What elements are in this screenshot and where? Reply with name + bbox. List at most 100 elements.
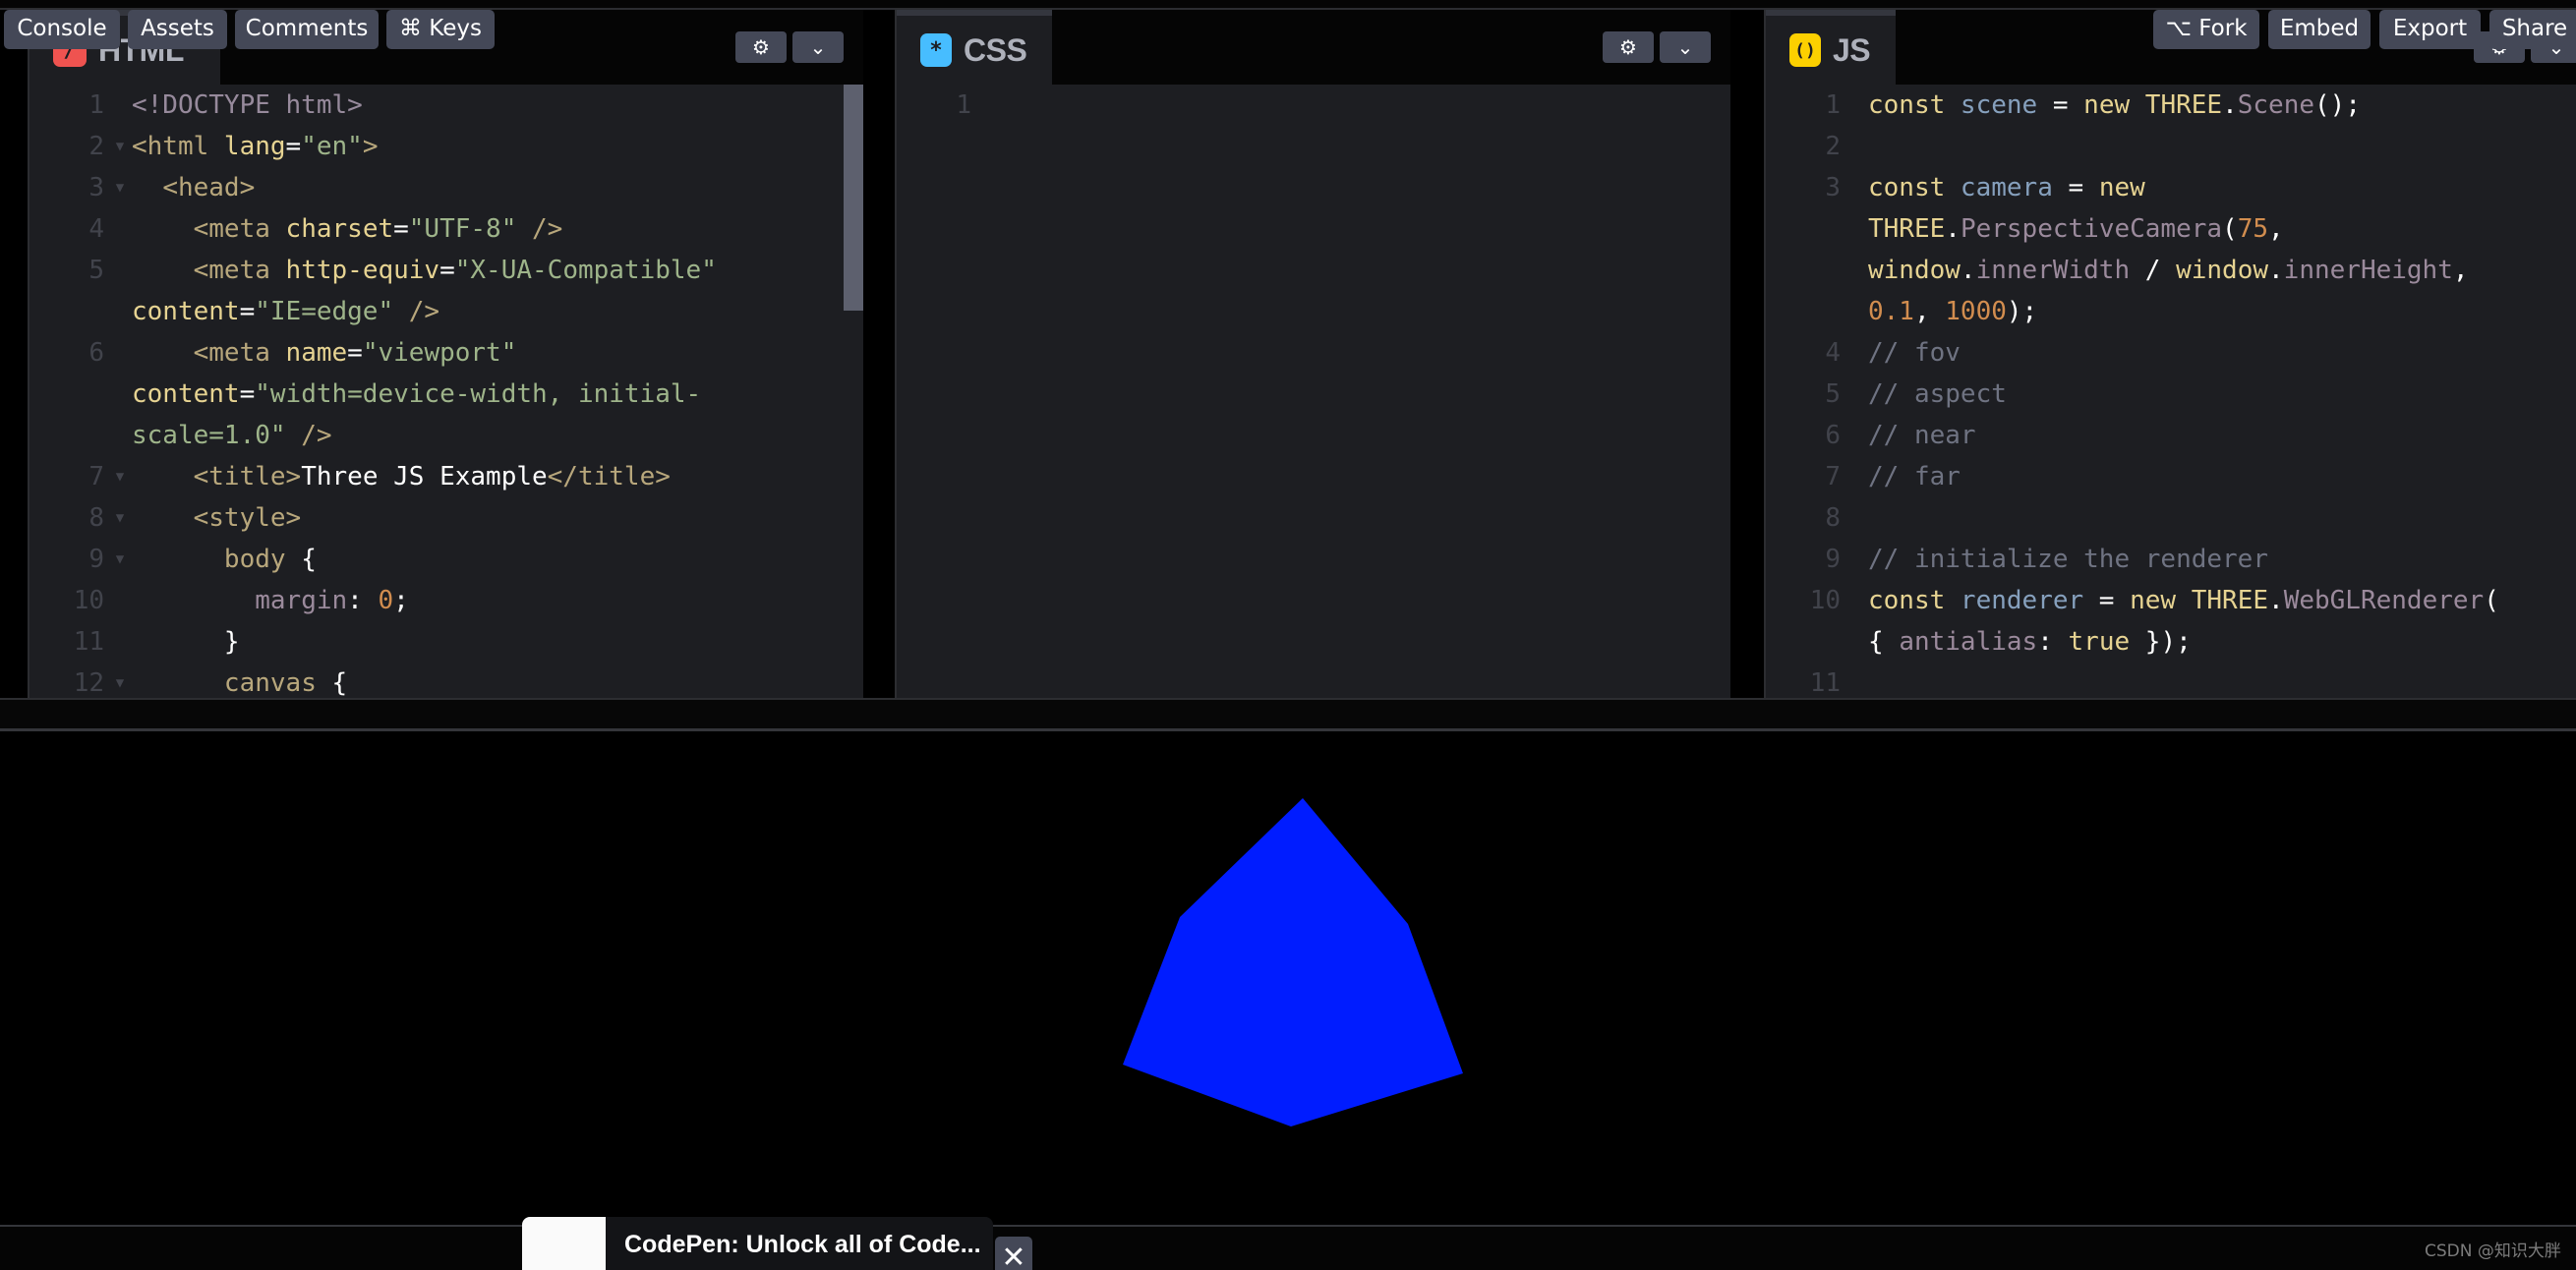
code-line[interactable]: 3 ▼ <head>: [29, 167, 863, 208]
code-token: =: [285, 132, 302, 161]
code-line[interactable]: 11 }: [29, 621, 863, 663]
code-token: http-equiv: [285, 256, 440, 285]
code-line[interactable]: 4 // fov: [1766, 332, 2576, 374]
css-settings-button[interactable]: ⚙: [1603, 31, 1654, 63]
code-text: // near: [1868, 415, 2576, 456]
code-token: .: [2222, 90, 2238, 120]
code-line[interactable]: 2: [1766, 126, 2576, 167]
fold-arrow-icon[interactable]: ▼: [108, 497, 132, 539]
code-text: // fov: [1868, 332, 2576, 374]
keys-button[interactable]: ⌘ Keys: [386, 10, 495, 49]
code-line[interactable]: 9 ▼ body {: [29, 539, 863, 580]
code-line[interactable]: 7 // far: [1766, 456, 2576, 497]
code-token: content: [132, 379, 240, 409]
code-text: <style>: [132, 497, 863, 539]
code-token: // aspect: [1868, 379, 2007, 409]
code-line[interactable]: 10 const renderer = new THREE.WebGLRender…: [1766, 580, 2576, 663]
fold-arrow-icon[interactable]: ▼: [108, 167, 132, 208]
close-notification-button[interactable]: ✕: [995, 1237, 1032, 1270]
fold-gutter: [108, 85, 132, 126]
code-token: 0.1: [1868, 297, 1914, 326]
code-line[interactable]: 4 <meta charset="UTF-8" />: [29, 208, 863, 250]
fork-button[interactable]: ⌥ Fork: [2153, 10, 2259, 49]
assets-button[interactable]: Assets: [128, 10, 227, 49]
code-line[interactable]: 5 <meta http-equiv="X-UA-Compatible" con…: [29, 250, 863, 332]
code-token: <style>: [132, 503, 302, 533]
code-line[interactable]: 2 ▼ <html lang="en">: [29, 126, 863, 167]
code-line[interactable]: 8: [1766, 497, 2576, 539]
code-line[interactable]: 1: [897, 85, 1730, 126]
code-token: WebGLRenderer: [2283, 586, 2485, 615]
css-editor-panel: * CSS ⚙ ⌄ 1: [895, 10, 1730, 698]
fold-gutter: [1844, 126, 1868, 167]
fold-arrow-icon[interactable]: ▼: [108, 126, 132, 167]
code-token: .: [2268, 586, 2284, 615]
code-line[interactable]: 10 margin: 0;: [29, 580, 863, 621]
fork-label: ⌥ Fork: [2165, 16, 2248, 41]
code-token: =: [239, 379, 256, 409]
comments-label: Comments: [245, 16, 369, 41]
code-token: content: [132, 297, 240, 326]
code-line[interactable]: 6 // near: [1766, 415, 2576, 456]
html-editor-panel: / HTML ⚙ ⌄ 1 <!DOCTYPE html> 2 ▼ <html lang=…: [28, 10, 863, 698]
js-code-area[interactable]: 1 const scene = new THREE.Scene(); 2 3 const…: [1766, 85, 2576, 698]
code-line[interactable]: 9 // initialize the renderer: [1766, 539, 2576, 580]
code-token: <meta: [132, 338, 286, 368]
fold-gutter: [1844, 415, 1868, 456]
css-editor-tab[interactable]: * CSS: [897, 10, 1052, 85]
code-text: <html lang="en">: [132, 126, 863, 167]
export-label: Export: [2392, 16, 2468, 41]
share-button[interactable]: Share: [2489, 10, 2576, 49]
code-line[interactable]: 7 ▼ <title>Three JS Example</title>: [29, 456, 863, 497]
console-button[interactable]: Console: [4, 10, 120, 49]
code-token: =: [2083, 586, 2131, 615]
code-token: new: [2098, 173, 2145, 202]
html-settings-button[interactable]: ⚙: [735, 31, 787, 63]
code-token: const: [1868, 173, 1961, 202]
code-line[interactable]: 3 const camera = new THREE.PerspectiveCam…: [1766, 167, 2576, 332]
fold-arrow-icon[interactable]: ▼: [108, 456, 132, 497]
code-token: <!DOCTYPE html>: [132, 90, 363, 120]
comments-button[interactable]: Comments: [235, 10, 379, 49]
html-editor-scrollbar[interactable]: [844, 85, 863, 311]
code-line[interactable]: 11: [1766, 663, 2576, 698]
chevron-down-icon: ⌄: [809, 35, 827, 59]
fold-gutter: [1844, 332, 1868, 374]
embed-button[interactable]: Embed: [2268, 10, 2371, 49]
code-token: innerHeight: [2283, 256, 2453, 285]
code-token: ,: [2268, 214, 2284, 244]
css-collapse-button[interactable]: ⌄: [1660, 31, 1711, 63]
code-text: // far: [1868, 456, 2576, 497]
fold-gutter: [1844, 374, 1868, 415]
code-token: new: [2083, 90, 2145, 120]
css-code-area[interactable]: 1: [897, 85, 1730, 698]
code-token: "en": [301, 132, 363, 161]
result-preview[interactable]: [0, 731, 2576, 1227]
html-code-area[interactable]: 1 <!DOCTYPE html> 2 ▼ <html lang="en"> 3 ▼ <he…: [29, 85, 863, 698]
code-token: body: [132, 545, 302, 574]
code-token: );: [2006, 297, 2038, 326]
code-line[interactable]: 1 const scene = new THREE.Scene();: [1766, 85, 2576, 126]
code-token: </title>: [547, 462, 671, 491]
code-token: // near: [1868, 421, 1976, 450]
code-token: <title>: [132, 462, 302, 491]
code-line[interactable]: 5 // aspect: [1766, 374, 2576, 415]
code-line[interactable]: 8 ▼ <style>: [29, 497, 863, 539]
code-token: Three JS Example: [301, 462, 548, 491]
line-number: 5: [88, 256, 104, 285]
line-number: 6: [1825, 421, 1841, 450]
editor-resize-handle[interactable]: [0, 698, 2576, 731]
fold-arrow-icon[interactable]: ▼: [108, 663, 132, 698]
export-button[interactable]: Export: [2379, 10, 2481, 49]
code-token: innerWidth: [1975, 256, 2131, 285]
html-collapse-button[interactable]: ⌄: [792, 31, 844, 63]
fold-arrow-icon[interactable]: ▼: [108, 539, 132, 580]
code-token: const: [1868, 586, 1961, 615]
code-line[interactable]: 1 <!DOCTYPE html>: [29, 85, 863, 126]
code-line[interactable]: 6 <meta name="viewport" content="width=d…: [29, 332, 863, 456]
promo-notification[interactable]: CodePen: Unlock all of Code...: [522, 1217, 993, 1270]
code-token: "viewport": [362, 338, 517, 368]
js-editor-tab[interactable]: () JS: [1766, 10, 1896, 85]
code-line[interactable]: 12 ▼ canvas {: [29, 663, 863, 698]
